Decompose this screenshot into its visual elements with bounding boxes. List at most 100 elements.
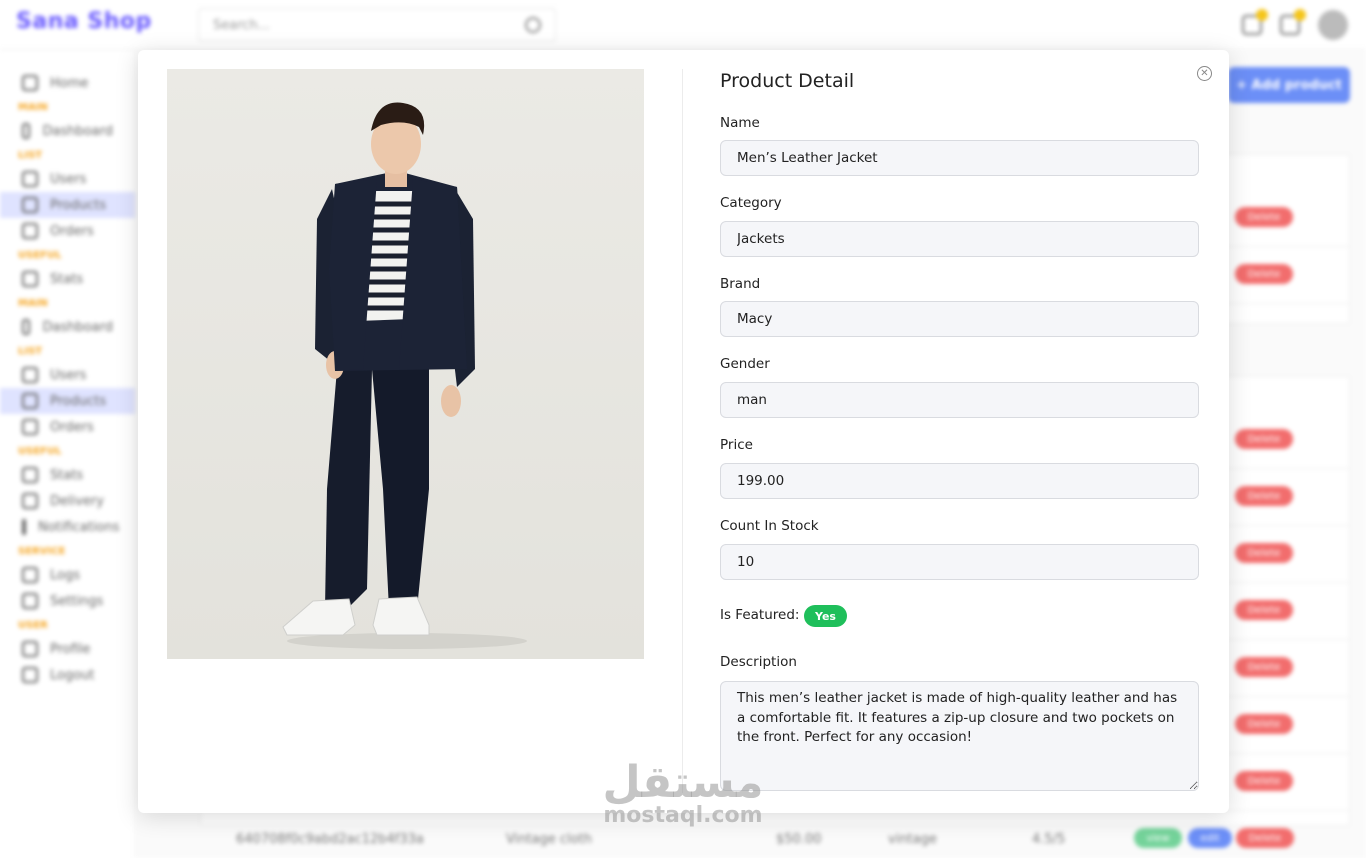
sidebar-section-heading: SERVICE: [18, 545, 66, 557]
sidebar: Home MAIN Dashboard LIST Users Products Orders…: [0, 51, 136, 858]
dashboard-icon: [22, 123, 31, 139]
description-field[interactable]: This men’s leather jacket is made of hig…: [720, 681, 1199, 791]
sidebar-item-stats[interactable]: Stats: [0, 462, 135, 488]
table-row-last: 640708f0c9abd2ac12b4f33a Vintage cloth $…: [236, 826, 1356, 854]
featured-label: Is Featured:: [720, 607, 800, 623]
view-button[interactable]: view: [1134, 828, 1182, 848]
delete-button[interactable]: Delete: [1235, 264, 1293, 284]
brand-field[interactable]: [720, 301, 1199, 337]
sidebar-item-label: Users: [50, 367, 87, 383]
dashboard-icon: [22, 319, 31, 335]
close-icon[interactable]: ✕: [1197, 66, 1212, 81]
sidebar-item-home[interactable]: Home: [0, 70, 135, 96]
price-field[interactable]: [720, 463, 1199, 499]
sidebar-section-heading: MAIN: [18, 297, 48, 309]
sidebar-item-label: Orders: [50, 419, 94, 435]
sidebar-item-label: Users: [50, 171, 87, 187]
count-in-stock-field[interactable]: [720, 544, 1199, 580]
sidebar-item-label: Settings: [50, 593, 104, 609]
description-label: Description: [720, 654, 797, 670]
modal-divider: [682, 69, 683, 793]
brand-label: Brand: [720, 276, 761, 292]
sidebar-item-label: Dashboard: [42, 123, 113, 139]
message-icon[interactable]: [1280, 9, 1306, 35]
sidebar-item-label: Products: [50, 197, 107, 213]
logs-icon: [22, 567, 38, 583]
product-rating: 4.5/5: [1032, 832, 1066, 847]
delete-button[interactable]: Delete: [1235, 600, 1293, 620]
notification-dot: [1256, 9, 1268, 21]
sidebar-item-dashboard[interactable]: Dashboard: [0, 314, 135, 340]
delete-button[interactable]: Delete: [1235, 207, 1293, 227]
orders-icon: [22, 223, 38, 239]
sidebar-item-products[interactable]: Products: [0, 388, 135, 414]
sidebar-item-products[interactable]: Products: [0, 192, 135, 218]
featured-badge: Yes: [804, 605, 847, 627]
product-image: [167, 69, 644, 659]
sidebar-section-heading: MAIN: [18, 101, 48, 113]
sidebar-item-settings[interactable]: Settings: [0, 588, 135, 614]
name-label: Name: [720, 115, 760, 131]
app-logo: Sana Shop: [16, 9, 152, 34]
sidebar-item-profile[interactable]: Profile: [0, 636, 135, 662]
home-icon: [22, 75, 38, 91]
avatar[interactable]: [1318, 10, 1348, 40]
category-field[interactable]: [720, 221, 1199, 257]
sidebar-item-label: Home: [50, 75, 89, 91]
sidebar-item-label: Dashboard: [42, 319, 113, 335]
name-field[interactable]: [720, 140, 1199, 176]
sidebar-item-label: Orders: [50, 223, 94, 239]
sidebar-section-heading: USEFUL: [18, 249, 62, 261]
delivery-icon: [22, 493, 38, 509]
delete-button[interactable]: Delete: [1235, 771, 1293, 791]
top-icons: [1242, 9, 1348, 40]
profile-icon: [22, 641, 38, 657]
sidebar-item-label: Logs: [50, 567, 80, 583]
sidebar-item-users[interactable]: Users: [0, 362, 135, 388]
delete-button[interactable]: Delete: [1235, 543, 1293, 563]
orders-icon: [22, 419, 38, 435]
category-label: Category: [720, 195, 782, 211]
notifications-icon: [22, 519, 26, 535]
products-icon: [22, 393, 38, 409]
sidebar-section-heading: LIST: [18, 149, 43, 161]
model-illustration: [167, 69, 644, 659]
users-icon: [22, 171, 38, 187]
modal-title: Product Detail: [720, 70, 855, 92]
sidebar-item-orders[interactable]: Orders: [0, 218, 135, 244]
notification-dot: [1294, 9, 1306, 21]
sidebar-item-label: Stats: [50, 467, 84, 483]
delete-button[interactable]: Delete: [1235, 429, 1293, 449]
users-icon: [22, 367, 38, 383]
delete-button[interactable]: Delete: [1235, 714, 1293, 734]
sidebar-item-notifications[interactable]: Notifications: [0, 514, 135, 540]
sidebar-section-heading: USEFUL: [18, 445, 62, 457]
sidebar-item-dashboard[interactable]: Dashboard: [0, 118, 135, 144]
edit-button[interactable]: edit: [1188, 828, 1232, 848]
delete-button[interactable]: Delete: [1235, 657, 1293, 677]
stats-icon: [22, 467, 38, 483]
stats-icon: [22, 271, 38, 287]
gender-label: Gender: [720, 356, 770, 372]
sidebar-item-label: Stats: [50, 271, 84, 287]
count-in-stock-label: Count In Stock: [720, 518, 819, 534]
search-input[interactable]: Search...: [198, 8, 556, 42]
sidebar-item-logs[interactable]: Logs: [0, 562, 135, 588]
sidebar-item-stats[interactable]: Stats: [0, 266, 135, 292]
sidebar-item-label: Delivery: [50, 493, 104, 509]
delete-button[interactable]: Delete: [1236, 828, 1294, 848]
add-product-button[interactable]: + Add product: [1228, 67, 1350, 103]
cart-icon[interactable]: [1242, 9, 1268, 35]
product-category: vintage: [888, 832, 937, 847]
delete-button[interactable]: Delete: [1235, 486, 1293, 506]
sidebar-item-label: Profile: [50, 641, 91, 657]
sidebar-item-logout[interactable]: Logout: [0, 662, 135, 688]
settings-icon: [22, 593, 38, 609]
sidebar-item-users[interactable]: Users: [0, 166, 135, 192]
products-icon: [22, 197, 38, 213]
product-name: Vintage cloth: [506, 832, 592, 847]
gender-field[interactable]: [720, 382, 1199, 418]
sidebar-item-delivery[interactable]: Delivery: [0, 488, 135, 514]
sidebar-item-orders[interactable]: Orders: [0, 414, 135, 440]
product-id: 640708f0c9abd2ac12b4f33a: [236, 832, 424, 847]
